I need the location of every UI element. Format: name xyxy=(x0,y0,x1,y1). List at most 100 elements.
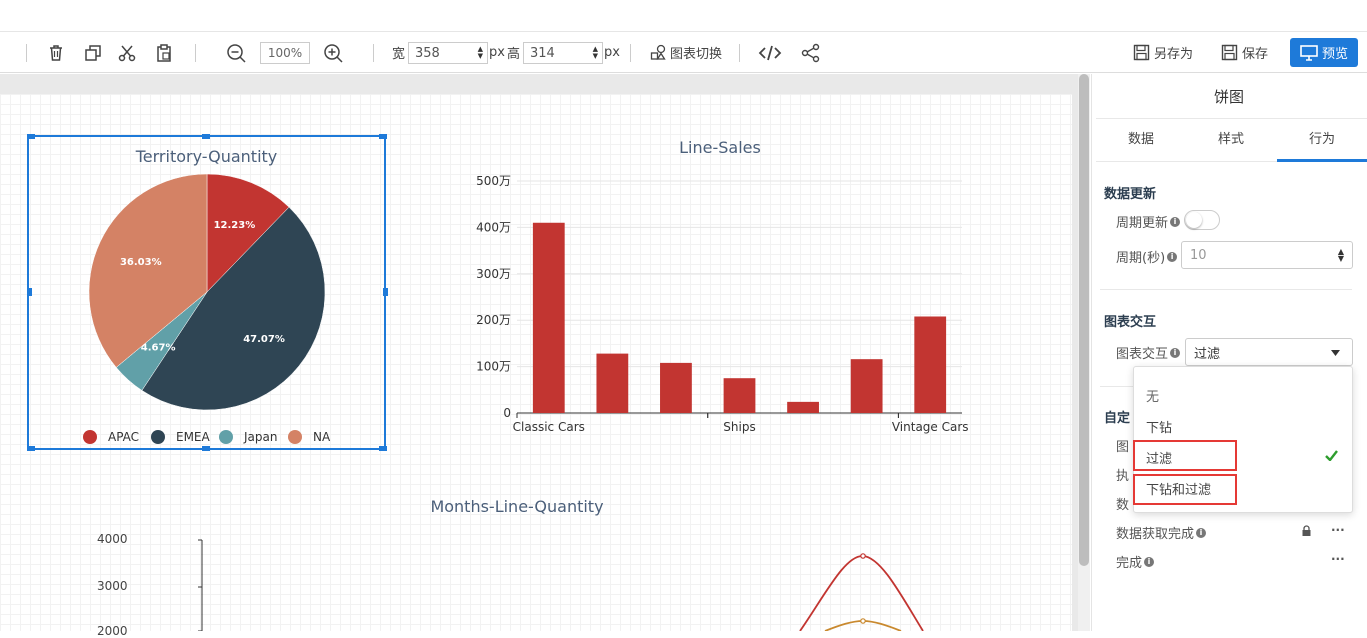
chart-interaction-row: 图表交互 i xyxy=(1116,343,1181,362)
caret-down-icon xyxy=(1331,350,1340,356)
tab-style[interactable]: 样式 xyxy=(1186,119,1276,162)
line-chart-title: Months-Line-Quantity xyxy=(430,497,604,516)
legend-label: EMEA xyxy=(176,430,211,444)
legend-marker-japan xyxy=(219,430,233,444)
more-options-icon[interactable]: ... xyxy=(1331,549,1345,563)
period-seconds-label: 周期(秒) xyxy=(1116,251,1166,266)
preview-button[interactable]: 预览 xyxy=(1290,38,1358,67)
bar-chart-title: Line-Sales xyxy=(679,138,761,157)
y-tick-label: 400万 xyxy=(476,220,511,234)
bar xyxy=(596,353,629,413)
highlight-box-drilldown-filter xyxy=(1133,474,1237,505)
spinner-icon[interactable]: ▲ ▼ xyxy=(1338,248,1344,263)
event-row-label: 数 xyxy=(1116,498,1130,513)
width-input[interactable]: 358 ▲ ▼ xyxy=(408,42,488,64)
checkmark-icon xyxy=(1325,450,1338,461)
y-tick-label: 3000 xyxy=(97,579,128,593)
bar xyxy=(787,401,819,413)
chart-switch-button[interactable]: 图表切换 xyxy=(650,32,722,73)
line-chart-y-ticks xyxy=(198,539,202,631)
save-button[interactable]: 保存 xyxy=(1221,32,1268,73)
y-tick-label: 300万 xyxy=(476,267,511,281)
toolbar-separator xyxy=(739,44,740,62)
toolbar-separator xyxy=(373,44,374,62)
lock-icon xyxy=(1302,525,1311,536)
period-seconds-input[interactable]: 10 ▲ ▼ xyxy=(1181,241,1353,269)
delete-icon[interactable] xyxy=(47,32,65,73)
chart-switch-label: 图表切换 xyxy=(670,47,723,62)
window-top-strip xyxy=(0,0,1367,32)
toolbar-separator xyxy=(195,44,196,62)
bar xyxy=(850,359,883,413)
complete-row: 完成 i xyxy=(1116,552,1155,571)
pie-chart[interactable]: 12.23% 47.07% 4.67% 36.03% APAC EMEA Japan NA xyxy=(27,135,386,450)
toolbar-separator xyxy=(26,44,27,62)
zoom-level-display[interactable]: 100% xyxy=(260,42,310,64)
data-fetch-complete-row: 数据获取完成 i xyxy=(1116,523,1207,542)
line-chart[interactable] xyxy=(80,525,1070,631)
complete-label: 完成 xyxy=(1116,556,1143,571)
share-icon[interactable] xyxy=(801,32,821,73)
pie-slice-label: 36.03% xyxy=(120,257,162,268)
period-seconds-value: 10 xyxy=(1190,247,1207,263)
highlight-box-filter xyxy=(1133,440,1237,471)
copy-icon[interactable] xyxy=(84,32,102,73)
zoom-in-icon[interactable] xyxy=(323,32,343,73)
dropdown-option-drilldown[interactable]: 下钻 xyxy=(1146,417,1172,436)
chart-interaction-selected: 过滤 xyxy=(1194,346,1221,362)
y-tick-label: 2000 xyxy=(97,624,128,638)
event-row-label: 执 xyxy=(1116,469,1130,484)
chart-interaction-select[interactable]: 过滤 xyxy=(1185,338,1353,366)
chart-interaction-label: 图表交互 xyxy=(1116,347,1169,362)
save-as-button[interactable]: 另存为 xyxy=(1133,32,1193,73)
width-unit: px xyxy=(489,45,505,60)
bar xyxy=(914,316,947,413)
bar-chart[interactable]: 0 100万 200万 300万 400万 500万 Classic Cars Ships Vi… xyxy=(460,165,980,440)
period-update-label: 周期更新 xyxy=(1116,216,1169,231)
legend-label: NA xyxy=(313,430,331,444)
height-unit: px xyxy=(604,45,620,60)
toolbar-separator xyxy=(630,44,631,62)
save-as-label: 另存为 xyxy=(1154,47,1194,62)
more-options-icon[interactable]: ... xyxy=(1331,520,1345,534)
cut-icon[interactable] xyxy=(118,32,136,73)
panel-tabs: 数据 样式 行为 xyxy=(1096,118,1367,162)
height-input[interactable]: 314 ▲ ▼ xyxy=(523,42,603,64)
bar xyxy=(532,222,565,413)
x-tick-label: Classic Cars xyxy=(513,420,585,434)
preview-label: 预览 xyxy=(1321,47,1348,62)
toggle-knob xyxy=(1186,212,1202,228)
pie-slice-label: 12.23% xyxy=(214,220,256,231)
paste-icon[interactable] xyxy=(155,32,173,73)
legend-marker-apac xyxy=(83,430,97,444)
y-tick-label: 500万 xyxy=(476,174,511,188)
spinner-icon[interactable]: ▲ ▼ xyxy=(593,46,598,60)
info-icon[interactable]: i xyxy=(1144,556,1155,567)
tab-data[interactable]: 数据 xyxy=(1096,119,1186,162)
info-icon[interactable]: i xyxy=(1167,251,1178,262)
save-icon xyxy=(1221,44,1238,61)
y-tick-label: 100万 xyxy=(476,360,511,374)
period-update-row: 周期更新 i xyxy=(1116,212,1181,231)
info-icon[interactable]: i xyxy=(1170,347,1181,358)
tab-behavior[interactable]: 行为 xyxy=(1277,119,1367,162)
canvas-scrollbar-thumb[interactable] xyxy=(1079,74,1089,566)
event-row-label: 图 xyxy=(1116,440,1130,455)
y-tick-label: 200万 xyxy=(476,313,511,327)
spinner-icon[interactable]: ▲ ▼ xyxy=(478,46,483,60)
y-tick-label: 0 xyxy=(503,406,511,420)
code-icon[interactable] xyxy=(758,32,782,73)
info-icon[interactable]: i xyxy=(1170,216,1181,227)
legend-label: APAC xyxy=(108,430,139,444)
width-label: 宽 xyxy=(392,47,406,62)
legend-label: Japan xyxy=(243,430,277,444)
period-update-toggle[interactable] xyxy=(1184,210,1220,230)
panel-title: 饼图 xyxy=(1213,88,1244,106)
dropdown-option-none[interactable]: 无 xyxy=(1146,386,1159,405)
y-tick-label: 4000 xyxy=(97,532,128,546)
section-title-chart-interaction: 图表交互 xyxy=(1104,315,1157,330)
save-label: 保存 xyxy=(1242,47,1269,62)
zoom-out-icon[interactable] xyxy=(226,32,246,73)
info-icon[interactable]: i xyxy=(1196,527,1207,538)
pie-slice-label: 4.67% xyxy=(141,342,176,353)
